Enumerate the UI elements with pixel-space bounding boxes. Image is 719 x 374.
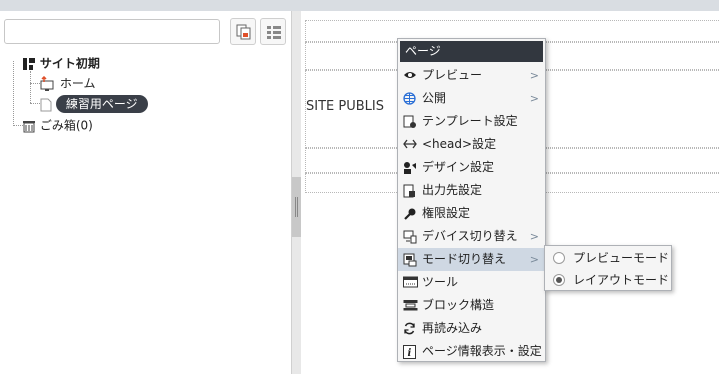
menu-item-preview[interactable]: プレビュー > bbox=[398, 64, 545, 87]
tree-root-label: サイト初期 bbox=[39, 56, 100, 71]
device-switch-icon bbox=[403, 230, 417, 244]
copy-page-button[interactable] bbox=[230, 18, 256, 45]
tree-connector bbox=[30, 103, 40, 104]
radio-unchecked-icon bbox=[553, 252, 565, 264]
submenu-item-layout-mode[interactable]: レイアウトモード bbox=[545, 269, 671, 291]
globe-icon bbox=[403, 92, 416, 105]
submenu-arrow-icon: > bbox=[529, 253, 539, 266]
menu-item-tools[interactable]: ツール bbox=[398, 271, 545, 294]
top-bar bbox=[0, 0, 719, 11]
menu-item-output-settings[interactable]: 出力先設定 bbox=[398, 179, 545, 202]
eye-icon bbox=[404, 72, 416, 78]
menu-item-permission-settings[interactable]: 権限設定 bbox=[398, 202, 545, 225]
menu-item-template-settings[interactable]: テンプレート設定 bbox=[398, 110, 545, 133]
menu-item-reload[interactable]: 再読み込み bbox=[398, 317, 545, 340]
reload-icon bbox=[404, 322, 415, 335]
output-icon bbox=[403, 184, 415, 198]
tree-item-trash[interactable]: ごみ箱(0) bbox=[22, 116, 93, 134]
tree-connector bbox=[30, 83, 40, 84]
tree-item-home[interactable]: ホーム bbox=[40, 74, 95, 92]
trash-icon bbox=[23, 120, 35, 132]
panel-splitter[interactable] bbox=[292, 177, 301, 237]
menu-item-design-settings[interactable]: デザイン設定 bbox=[398, 156, 545, 179]
page-icon bbox=[40, 98, 52, 111]
submenu-arrow-icon: > bbox=[529, 92, 539, 105]
template-settings-icon bbox=[403, 115, 416, 128]
home-page-icon bbox=[40, 75, 54, 91]
key-icon bbox=[404, 208, 416, 220]
menu-item-mode-switch[interactable]: モード切り替え > bbox=[398, 248, 545, 271]
splitter-grip-icon bbox=[295, 197, 298, 217]
tree-root[interactable]: サイト初期 bbox=[22, 54, 100, 72]
code-arrows-icon bbox=[403, 139, 417, 149]
tree-item-practice-page[interactable]: 練習用ページ bbox=[40, 95, 148, 113]
submenu-arrow-icon: > bbox=[529, 230, 539, 243]
svg-text:i: i bbox=[408, 348, 412, 359]
radio-checked-icon bbox=[553, 274, 565, 286]
tool-icon bbox=[403, 276, 418, 288]
design-icon bbox=[404, 162, 416, 174]
tree-connector bbox=[30, 71, 31, 103]
submenu-arrow-icon: > bbox=[529, 69, 539, 82]
info-icon: i bbox=[403, 345, 416, 359]
tree-item-label: ごみ箱(0) bbox=[39, 118, 93, 133]
menu-item-head-settings[interactable]: <head>設定 bbox=[398, 133, 545, 156]
sitemap-icon bbox=[23, 57, 35, 70]
block-structure-icon bbox=[403, 300, 418, 311]
page-context-menu: ページ プレビュー > 公開 > テンプレート設定 <head>設定 デザイン設… bbox=[397, 38, 546, 362]
tree-search-input[interactable] bbox=[4, 19, 220, 44]
mode-switch-icon bbox=[403, 253, 417, 267]
list-view-button[interactable] bbox=[260, 18, 286, 45]
mode-switch-submenu: プレビューモード レイアウトモード bbox=[544, 245, 672, 291]
site-publish-text: SITE PUBLIS bbox=[306, 99, 384, 114]
tree-connector bbox=[13, 61, 14, 126]
copy-pages-icon bbox=[236, 24, 251, 40]
tree-item-label: 練習用ページ bbox=[55, 95, 148, 113]
list-grid-icon bbox=[267, 26, 281, 39]
menu-item-page-info[interactable]: i ページ情報表示・設定 bbox=[398, 340, 545, 363]
menu-item-publish[interactable]: 公開 > bbox=[398, 87, 545, 110]
submenu-item-preview-mode[interactable]: プレビューモード bbox=[545, 247, 671, 269]
menu-item-block-structure[interactable]: ブロック構造 bbox=[398, 294, 545, 317]
context-menu-title: ページ bbox=[400, 41, 543, 62]
menu-item-device-switch[interactable]: デバイス切り替え > bbox=[398, 225, 545, 248]
site-tree-panel: サイト初期 ホーム 練習用ページ ごみ箱(0) bbox=[0, 11, 292, 374]
tree-item-label: ホーム bbox=[59, 76, 96, 91]
